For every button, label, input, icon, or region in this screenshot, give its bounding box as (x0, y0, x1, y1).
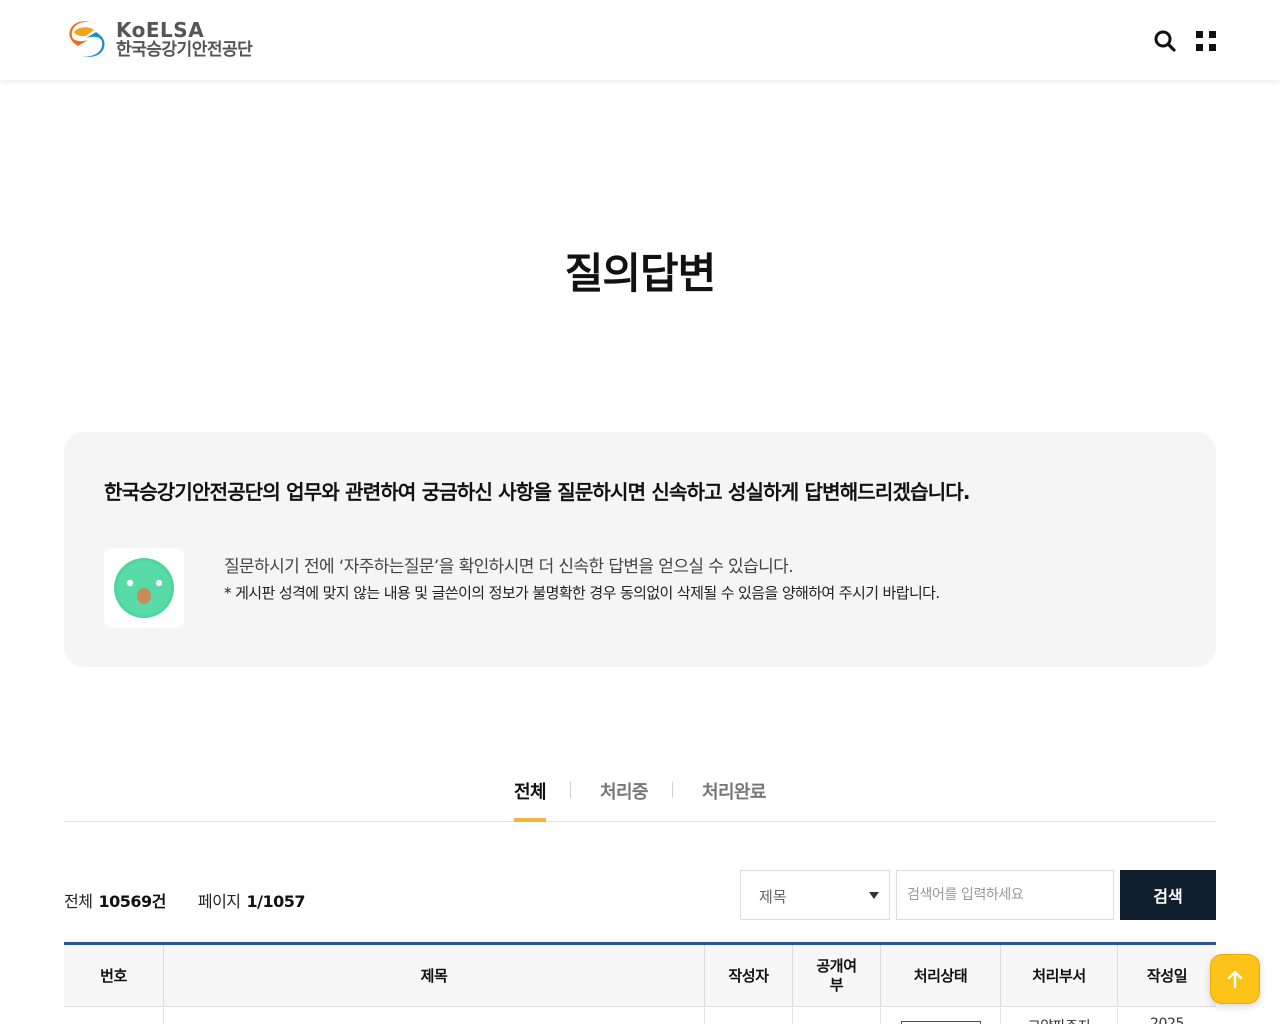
col-title: 제목 (164, 945, 705, 1007)
tab-divider (570, 782, 571, 798)
site-logo[interactable]: KoELSA 한국승강기안전공단 (64, 16, 253, 62)
row-department: 고양파주지 (1001, 1016, 1117, 1024)
search-button[interactable]: 검색 (1120, 870, 1216, 920)
logo-korean: 한국승강기안전공단 (116, 39, 253, 60)
tab-divider (672, 782, 673, 798)
active-tab-indicator (514, 818, 546, 822)
notice-heading: 한국승강기안전공단의 업무와 관련하여 궁금하신 사항을 질문하시면 신속하고 … (104, 480, 971, 504)
col-status: 처리상태 (881, 945, 1001, 1007)
col-department: 처리부서 (1001, 945, 1118, 1007)
total-label: 전체 (64, 892, 93, 911)
col-public: 공개여 부 (793, 945, 881, 1007)
search-field-value: 제목 (759, 888, 787, 906)
col-number: 번호 (64, 945, 164, 1007)
tab-in-progress[interactable]: 처리중 (600, 778, 648, 804)
search-field-select[interactable]: 제목 (740, 870, 890, 920)
search-input[interactable] (896, 870, 1114, 920)
grid-menu-icon[interactable] (1194, 29, 1218, 53)
arrow-up-icon (1227, 970, 1243, 989)
site-header: KoELSA 한국승강기안전공단 (0, 0, 1280, 80)
qna-table: 번호 제목 작성자 공개여 부 처리상태 처리부서 작성일 고양파주지 2025 (64, 942, 1216, 1024)
row-date: 2025 (1149, 1016, 1185, 1024)
search-icon[interactable] (1152, 28, 1178, 54)
page-indicator: 1/1057 (246, 892, 306, 911)
tab-completed[interactable]: 처리완료 (702, 778, 766, 804)
total-count: 10569건 (98, 892, 166, 911)
notice-policy-line: * 게시판 성격에 맞지 않는 내용 및 글쓴이의 정보가 불명확한 경우 동의… (224, 584, 940, 602)
status-tabs: 전체 처리중 처리완료 (64, 770, 1216, 822)
table-header: 번호 제목 작성자 공개여 부 처리상태 처리부서 작성일 (64, 945, 1216, 1007)
caret-down-icon (869, 892, 879, 899)
page-label: 페이지 (197, 892, 241, 911)
scroll-top-button[interactable] (1210, 954, 1260, 1004)
notice-faq-line: 질문하시기 전에 ‘자주하는질문’을 확인하시면 더 신속한 답변을 얻으실 수… (224, 557, 794, 577)
result-counts: 전체 10569건 페이지 1/1057 (64, 888, 306, 912)
table-row[interactable]: 고양파주지 2025 (64, 1008, 1216, 1024)
tab-all[interactable]: 전체 (514, 778, 547, 804)
logo-english: KoELSA (116, 17, 205, 42)
col-date: 작성일 (1146, 966, 1188, 985)
page-title: 질의답변 (564, 249, 717, 298)
koelsa-logo-icon (65, 17, 109, 61)
col-author: 작성자 (705, 945, 793, 1007)
chat-bird-icon (104, 548, 184, 628)
notice-box: 한국승강기안전공단의 업무와 관련하여 궁금하신 사항을 질문하시면 신속하고 … (64, 432, 1216, 667)
